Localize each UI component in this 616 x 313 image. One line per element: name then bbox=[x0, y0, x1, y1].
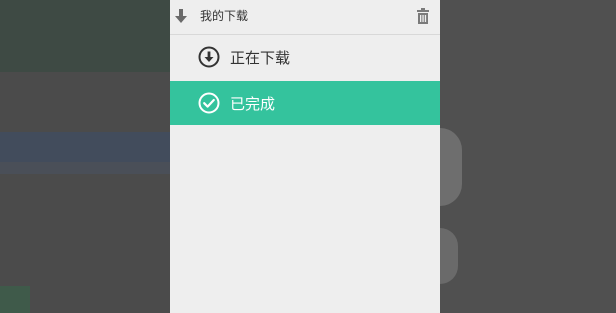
menu-item-downloading[interactable]: 正在下载 bbox=[170, 35, 440, 79]
download-panel: 我的下载 正在下载 已完成 bbox=[170, 0, 440, 313]
panel-title: 我的下载 bbox=[200, 9, 249, 23]
background-overlay bbox=[440, 0, 616, 313]
trash-icon[interactable] bbox=[416, 8, 430, 24]
menu-item-label: 正在下载 bbox=[230, 48, 291, 67]
menu-item-completed[interactable]: 已完成 bbox=[170, 81, 440, 125]
download-arrow-icon bbox=[175, 9, 187, 23]
panel-header: 我的下载 bbox=[170, 0, 440, 35]
background-block bbox=[0, 286, 30, 313]
background-app bbox=[0, 0, 170, 72]
background-shape bbox=[440, 128, 462, 206]
check-circle-icon bbox=[198, 92, 220, 114]
download-circle-icon bbox=[198, 46, 220, 68]
menu-item-label: 已完成 bbox=[230, 94, 276, 113]
